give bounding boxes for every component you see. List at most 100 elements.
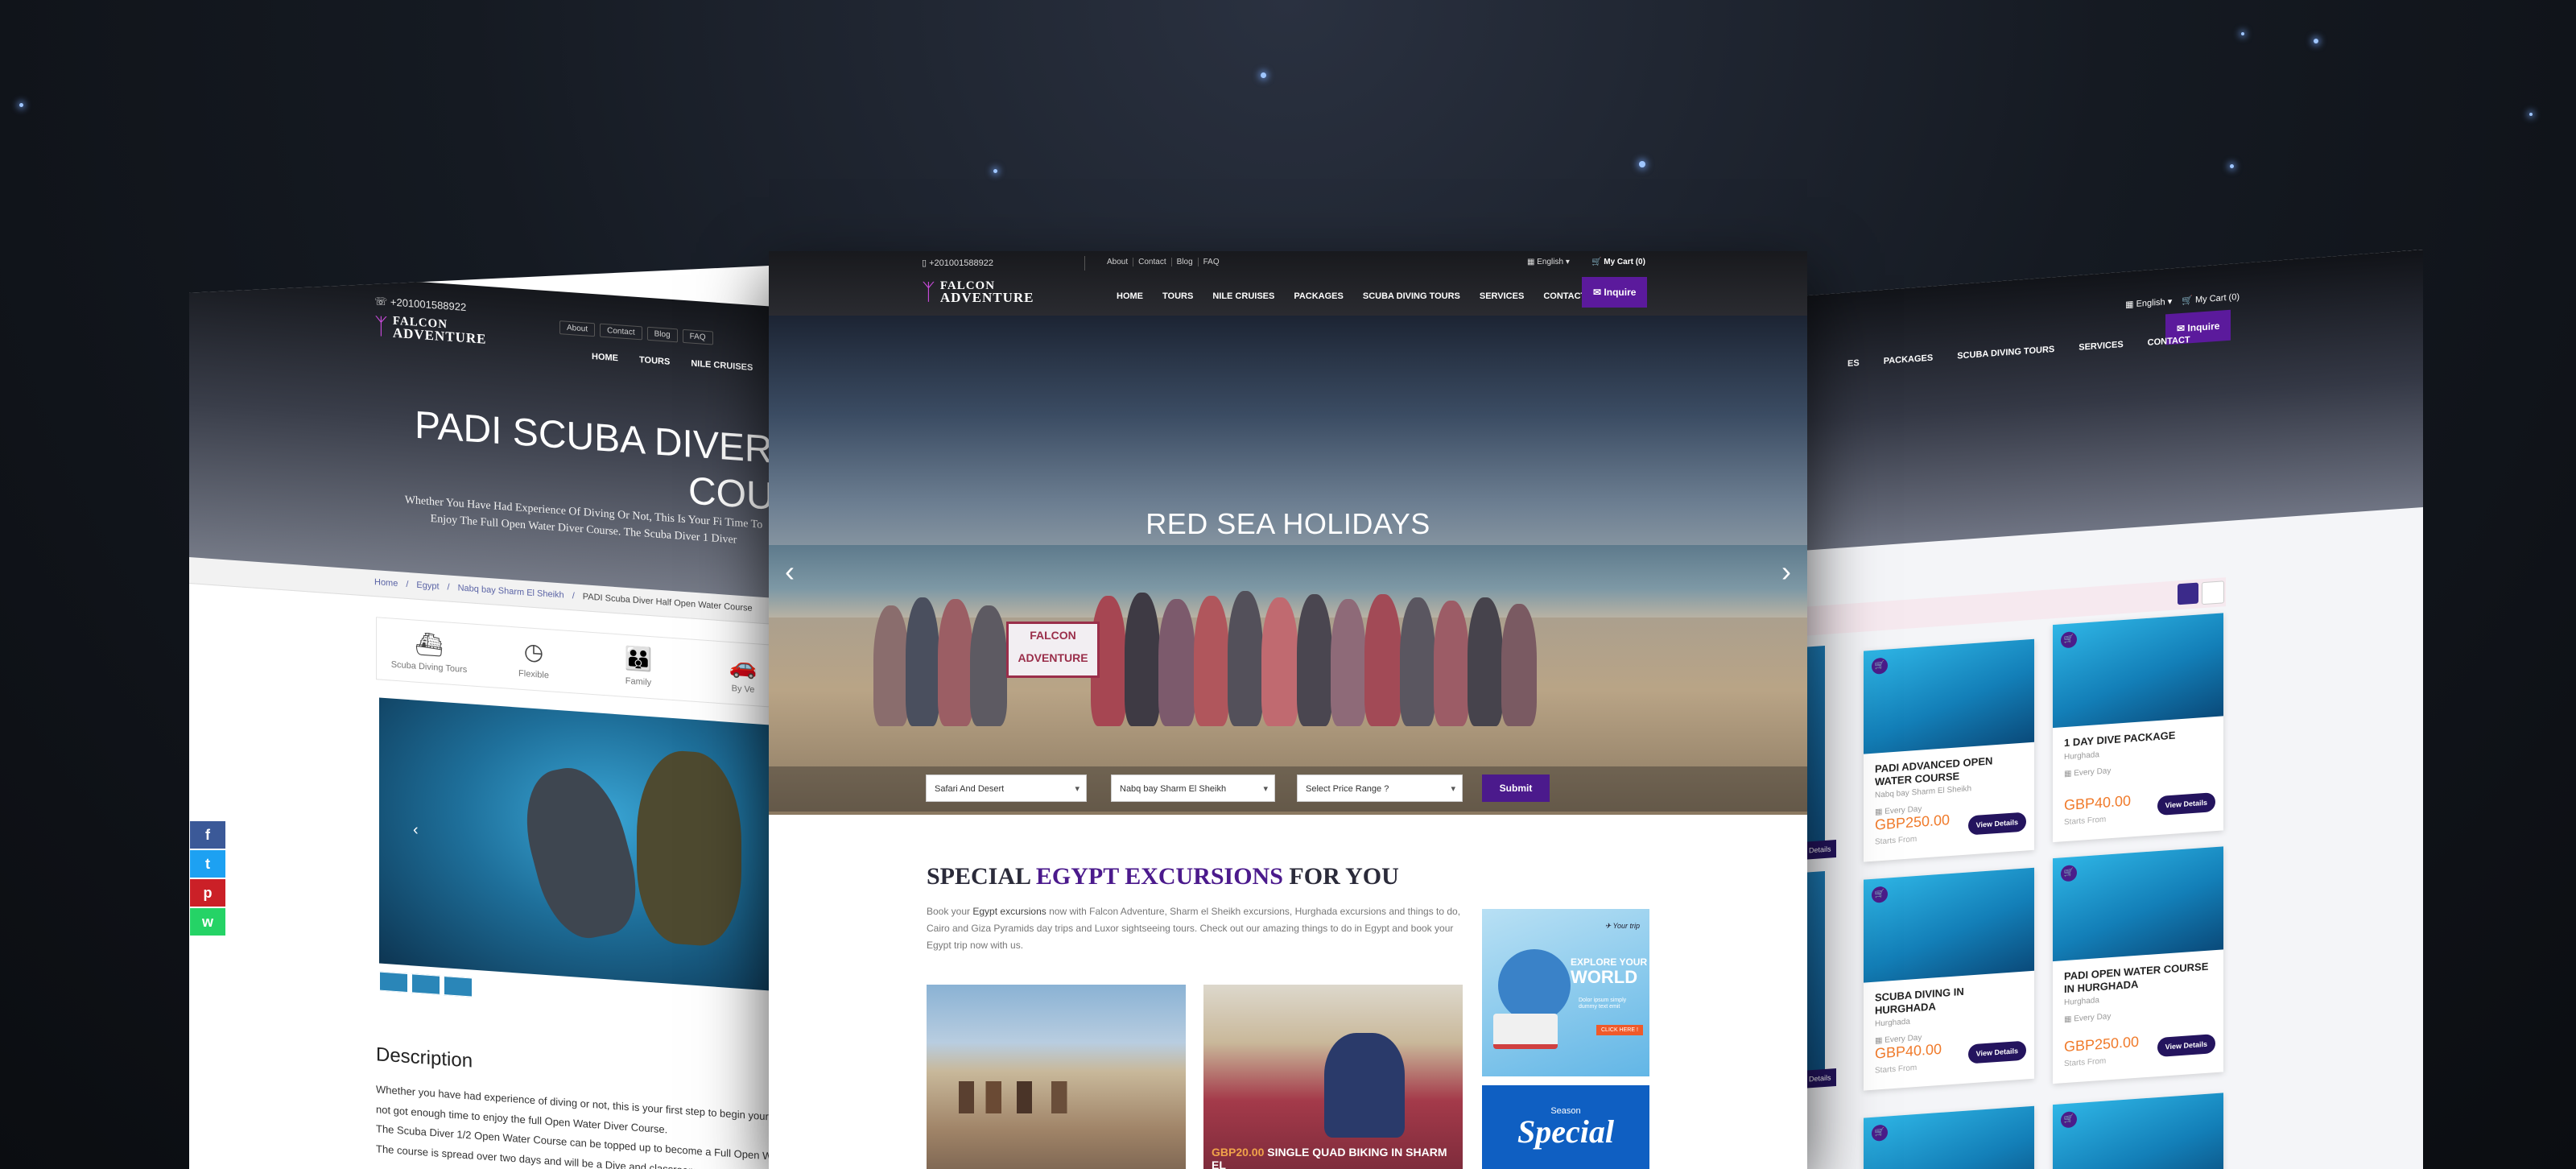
person-figure	[906, 597, 939, 726]
intro-link[interactable]: Egypt excursions	[972, 906, 1046, 917]
view-details-button[interactable]: View Details	[1967, 812, 2026, 836]
divider	[1084, 256, 1085, 271]
price-range-select[interactable]: Select Price Range ?	[1297, 775, 1463, 803]
crumb-location[interactable]: Nabq bay Sharm El Sheikh	[458, 583, 564, 600]
logo-text: FALCON ADVENTURE	[940, 279, 1034, 304]
add-to-cart-icon[interactable]: 🛒	[1872, 886, 1888, 903]
tour-card[interactable]: 🛒 SCUBA DIVING IN HURGHADA Hurghada ▦ Ev…	[1864, 867, 2034, 1091]
thumbnail[interactable]	[411, 973, 440, 995]
location-select[interactable]: Nabq bay Sharm El Sheikh	[1111, 775, 1275, 803]
inquire-label: Inquire	[1604, 287, 1637, 298]
person-figure	[970, 605, 1007, 726]
feature-label: Scuba Diving Tours	[390, 659, 468, 675]
feature-family: 👪 Family	[586, 632, 691, 700]
add-to-cart-icon[interactable]: 🛒	[2061, 865, 2077, 882]
facebook-icon[interactable]: f	[190, 821, 225, 849]
slider-prev-icon[interactable]: ‹	[785, 557, 795, 586]
nav-services[interactable]: SERVICES	[1480, 291, 1524, 301]
envelope-icon: ✉	[2177, 322, 2186, 335]
tour-card-image: 🛒	[2053, 613, 2223, 729]
thumbnail[interactable]	[379, 971, 408, 993]
language-select[interactable]: ▦ English ▾	[1527, 258, 1570, 266]
partial-view-details[interactable]: Details	[1807, 840, 1836, 860]
dive-photo: ‹	[379, 697, 769, 992]
nav-item[interactable]: ES	[1847, 358, 1860, 369]
add-to-cart-icon[interactable]: 🛒	[1872, 657, 1888, 675]
tour-type-select[interactable]: Safari And Desert	[926, 775, 1087, 803]
hero-group: FALCON ADVENTURE	[873, 589, 1566, 726]
person-figure	[1228, 591, 1263, 726]
link-contact[interactable]: Contact	[1138, 258, 1172, 266]
star-decoration	[2241, 32, 2244, 35]
nav-packages[interactable]: PACKAGES	[1294, 291, 1344, 301]
tour-card-image: 🛒	[2053, 846, 2223, 962]
link-faq[interactable]: FAQ	[1203, 258, 1224, 266]
person-figure	[1364, 594, 1402, 726]
nav-contact[interactable]: CONTACT	[1543, 291, 1586, 301]
slider-prev-icon[interactable]: ‹	[413, 820, 419, 839]
slider-next-icon[interactable]: ›	[1781, 557, 1791, 586]
whatsapp-icon[interactable]: w	[190, 908, 225, 936]
tour-card[interactable]: 🛒 PADI ADVANCED OPEN WATER COURSE Nabq b…	[1864, 638, 2034, 862]
clock-icon: ◷	[523, 638, 544, 665]
search-submit-button[interactable]: Submit	[1482, 775, 1550, 802]
pinterest-icon[interactable]: p	[190, 879, 225, 907]
ad-tag: ✈ Your trip	[1605, 922, 1640, 931]
star-decoration	[2230, 164, 2234, 168]
person-figure	[1400, 597, 1435, 726]
link-blog[interactable]: Blog	[1177, 258, 1199, 266]
nav-tours[interactable]: TOURS	[1162, 291, 1193, 301]
star-decoration	[2529, 113, 2533, 116]
crumb-egypt[interactable]: Egypt	[416, 580, 439, 592]
add-to-cart-icon[interactable]: 🛒	[2061, 1111, 2077, 1129]
season-special-ad[interactable]: Season Special	[1482, 1085, 1649, 1169]
grid-view-icon[interactable]	[2178, 582, 2198, 605]
list-view-icon[interactable]	[2202, 580, 2224, 605]
tour-features: ⛴ Scuba Diving Tours ◷ Flexible 👪 Family 🚗 B…	[376, 617, 769, 709]
site-logo[interactable]: ᛉ FALCON ADVENTURE	[922, 279, 1034, 304]
view-details-button[interactable]: View Details	[2157, 792, 2215, 816]
cart-icon: 🛒	[2182, 295, 2193, 306]
tour-card[interactable]: 🛒 PADI OPEN WATER COURSE IN HURGHADA Hur…	[2053, 846, 2223, 1084]
link-blog[interactable]: Blog	[646, 326, 678, 343]
camel-caravan	[959, 1081, 1152, 1113]
description-body: Whether you have had experience of divin…	[376, 1080, 769, 1169]
link-about[interactable]: About	[1107, 258, 1134, 266]
add-to-cart-icon[interactable]: 🛒	[2061, 631, 2077, 649]
nav-home[interactable]: HOME	[1117, 291, 1143, 301]
person-figure	[1158, 599, 1195, 726]
tour-card-image: 🛒	[1864, 638, 2034, 754]
link-faq[interactable]: FAQ	[682, 328, 713, 345]
ad-click-button[interactable]: CLICK HERE !	[1596, 1025, 1643, 1035]
person-figure	[1297, 594, 1332, 726]
header-phone[interactable]: ▯ +201001588922	[922, 258, 993, 268]
feature-vehicle: 🚗 By Ve	[691, 640, 769, 708]
left-page-mockup: ☏ +201001588922 About Contact Blog FAQ ᛉ…	[189, 266, 769, 1169]
ad-tag-text: Your trip	[1612, 922, 1640, 930]
excursion-card-camel[interactable]	[927, 985, 1186, 1169]
person-figure	[1125, 593, 1160, 726]
person-figure	[938, 599, 973, 726]
excursion-card-quad[interactable]: GBP20.00 SINGLE QUAD BIKING IN SHARM EL	[1203, 985, 1463, 1169]
tour-card[interactable]: 🛒 1 DAY DIVE PACKAGE Hurghada ▦ Every Da…	[2053, 613, 2223, 843]
inquire-button[interactable]: ✉ Inquire	[1582, 277, 1648, 308]
intro-text: Book your	[927, 906, 973, 917]
nav-nile-cruises[interactable]: NILE CRUISES	[1212, 291, 1274, 301]
crumb-home[interactable]: Home	[374, 577, 398, 589]
nav-home[interactable]: HOME	[592, 352, 618, 363]
nav-scuba-diving-tours[interactable]: SCUBA DIVING TOURS	[1363, 291, 1460, 301]
twitter-icon[interactable]: t	[190, 850, 225, 878]
link-about[interactable]: About	[559, 320, 596, 337]
explore-world-ad[interactable]: ✈ Your trip EXPLORE YOUR WORLD Dolor ipsu…	[1482, 909, 1649, 1076]
excursion-caption: GBP20.00 SINGLE QUAD BIKING IN SHARM EL	[1212, 1146, 1463, 1169]
person-figure	[1468, 597, 1503, 726]
thumbnail[interactable]	[444, 976, 473, 998]
search-filter-bar	[769, 766, 1807, 812]
add-to-cart-icon[interactable]: 🛒	[1872, 1124, 1888, 1142]
link-contact[interactable]: Contact	[600, 323, 642, 341]
view-details-button[interactable]: View Details	[1967, 1040, 2026, 1064]
star-decoration	[1639, 161, 1645, 167]
view-details-button[interactable]: View Details	[2157, 1034, 2215, 1058]
partial-view-details[interactable]: Details	[1807, 1068, 1836, 1088]
cart-link[interactable]: 🛒 My Cart (0)	[1591, 258, 1645, 266]
